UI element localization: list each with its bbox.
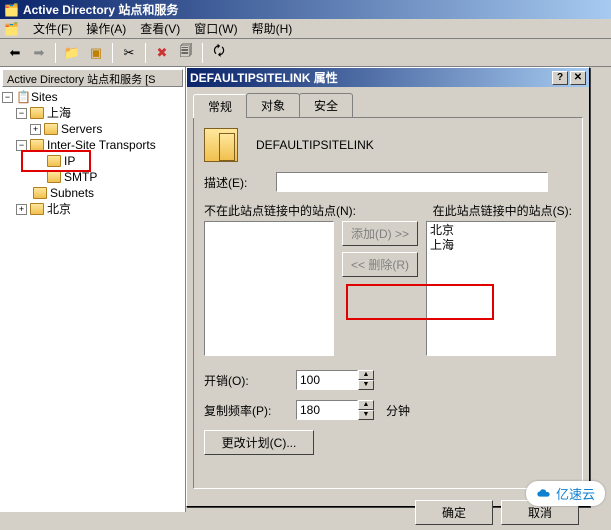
tab-general[interactable]: 常规 [193, 94, 247, 118]
menu-file[interactable]: 文件(F) [33, 20, 72, 37]
delete-button[interactable]: ✖ [151, 42, 173, 64]
tree-header[interactable]: Active Directory 站点和服务 [S [2, 69, 183, 87]
app-icon: 🗂️ [4, 3, 19, 17]
menu-window[interactable]: 窗口(W) [194, 20, 237, 37]
tab-object[interactable]: 对象 [246, 93, 300, 117]
in-sites-listbox[interactable]: 北京 上海 [426, 221, 556, 356]
sitelink-icon [204, 128, 238, 162]
add-button[interactable]: 添加(D) >> [342, 221, 418, 246]
replication-unit: 分钟 [386, 402, 410, 419]
folder-icon [30, 203, 44, 215]
change-schedule-button[interactable]: 更改计划(C)... [204, 430, 314, 455]
not-in-sites-listbox[interactable] [204, 221, 334, 356]
folder-icon [47, 155, 61, 167]
tree-intersite-transports[interactable]: −Inter-Site Transports [2, 137, 183, 153]
description-input[interactable] [276, 172, 548, 192]
refresh-button[interactable]: 🗘 [208, 42, 230, 64]
tree-beijing[interactable]: +北京 [2, 201, 183, 217]
tab-panel-general: DEFAULTIPSITELINK 描述(E): 不在此站点链接中的站点(N):… [193, 117, 583, 489]
watermark: 亿速云 [526, 481, 605, 506]
folder-icon [33, 187, 47, 199]
cost-spin-up[interactable]: ▲ [358, 370, 374, 380]
dialog-title: DEFAULTIPSITELINK 属性 [190, 69, 338, 86]
main-titlebar: 🗂️ Active Directory 站点和服务 [0, 0, 611, 19]
close-button[interactable]: ✕ [570, 71, 586, 85]
dialog-titlebar: DEFAULTIPSITELINK 属性 ? ✕ [187, 68, 589, 87]
folder-icon [30, 107, 44, 119]
toolbar: ⬅ ➡ 📁 ▣ ✂ ✖ 🗐 🗘 [0, 39, 611, 67]
tree: −📋 Sites −上海 +Servers −Inter-Site Transp… [2, 87, 183, 217]
replication-label: 复制频率(P): [204, 402, 296, 419]
back-button[interactable]: ⬅ [4, 42, 26, 64]
tree-root-sites[interactable]: −📋 Sites [2, 89, 183, 105]
tree-shanghai[interactable]: −上海 [2, 105, 183, 121]
help-button[interactable]: ? [552, 71, 568, 85]
cost-label: 开销(O): [204, 372, 296, 389]
cut-button[interactable]: ✂ [118, 42, 140, 64]
folder-icon [44, 123, 58, 135]
not-in-link-label: 不在此站点链接中的站点(N): [204, 202, 356, 219]
tree-subnets[interactable]: Subnets [2, 185, 183, 201]
menu-app-icon[interactable]: 🗂️ [4, 22, 19, 36]
tree-smtp[interactable]: SMTP [2, 169, 183, 185]
menu-action[interactable]: 操作(A) [86, 20, 126, 37]
list-item[interactable]: 北京 [428, 223, 554, 238]
tab-security[interactable]: 安全 [299, 93, 353, 117]
tree-servers[interactable]: +Servers [2, 121, 183, 137]
remove-button[interactable]: << 删除(R) [342, 252, 418, 277]
tab-strip: 常规 对象 安全 [193, 93, 583, 117]
description-label: 描述(E): [204, 174, 276, 191]
cost-spin-down[interactable]: ▼ [358, 380, 374, 390]
cost-input[interactable] [296, 370, 358, 390]
tree-ip[interactable]: IP [2, 153, 183, 169]
repl-spin-down[interactable]: ▼ [358, 410, 374, 420]
show-hide-button[interactable]: ▣ [85, 42, 107, 64]
forward-button: ➡ [28, 42, 50, 64]
menu-help[interactable]: 帮助(H) [252, 20, 293, 37]
properties-dialog: DEFAULTIPSITELINK 属性 ? ✕ 常规 对象 安全 DEFAUL… [186, 67, 590, 507]
list-item[interactable]: 上海 [428, 238, 554, 253]
replication-input[interactable] [296, 400, 358, 420]
menubar: 🗂️ 文件(F) 操作(A) 查看(V) 窗口(W) 帮助(H) [0, 19, 611, 39]
up-button[interactable]: 📁 [61, 42, 83, 64]
tree-pane: Active Directory 站点和服务 [S −📋 Sites −上海 +… [0, 67, 186, 512]
in-link-label: 在此站点链接中的站点(S): [433, 202, 572, 219]
window-title: Active Directory 站点和服务 [23, 1, 178, 18]
folder-icon [30, 139, 44, 151]
ok-button[interactable]: 确定 [415, 500, 493, 525]
folder-icon [47, 171, 61, 183]
repl-spin-up[interactable]: ▲ [358, 400, 374, 410]
menu-view[interactable]: 查看(V) [140, 20, 180, 37]
properties-button[interactable]: 🗐 [175, 42, 197, 64]
heading-text: DEFAULTIPSITELINK [256, 138, 374, 152]
cloud-icon [536, 488, 552, 500]
